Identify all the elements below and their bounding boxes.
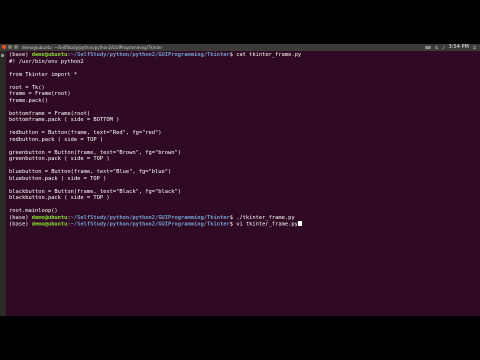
prompt-user-host: demo@ubuntu	[31, 214, 68, 221]
terminal-text: #! /usr/bin/env python2	[9, 58, 84, 65]
terminal-text: frame.pack()	[9, 97, 48, 104]
terminal-text: from Tkinter import *	[9, 71, 78, 78]
window-controls	[2, 45, 18, 49]
terminal-text: redbutton.pack ( side = TOP )	[9, 136, 104, 143]
close-window-button[interactable]	[2, 45, 6, 49]
system-indicators: ⌨ ⇅ ♪ 3:54 PM ⏻	[425, 44, 476, 51]
clock[interactable]: 3:54 PM	[449, 44, 469, 51]
terminal-text: greenbutton.pack ( side = TOP )	[9, 156, 110, 162]
prompt-path: ~/SelfStudy/python/python2/GUIProgrammin…	[70, 221, 230, 228]
launcher-app-icon[interactable]	[1, 54, 4, 57]
keyboard-icon[interactable]: ⌨	[425, 44, 431, 51]
window-title: demo@ubuntu: ~/SelfStudy/python/python2/…	[22, 45, 163, 50]
video-frame: demo@ubuntu: ~/SelfStudy/python/python2/…	[0, 0, 480, 360]
terminal-text: bottomframe = Frame(root)	[9, 110, 91, 117]
desktop-screen: demo@ubuntu: ~/SelfStudy/python/python2/…	[0, 44, 480, 316]
terminal-line: (base) demo@ubuntu:~/SelfStudy/python/py…	[9, 221, 477, 228]
terminal-text: redbutton = Button(frame, text="Red", fg…	[9, 130, 162, 136]
terminal-text: bluebutton = Button(frame, text="Blue", …	[9, 169, 172, 175]
prompt-user-host: demo@ubuntu	[31, 52, 68, 58]
terminal-text: bottomframe.pack ( side = BOTTOM )	[9, 117, 120, 123]
top-menu-bar: demo@ubuntu: ~/SelfStudy/python/python2/…	[0, 44, 480, 51]
terminal-text: $ ./tkinter_frame.py	[229, 214, 295, 221]
text-cursor	[298, 221, 302, 226]
prompt-path: ~/SelfStudy/python/python2/GUIProgrammin…	[70, 214, 230, 221]
maximize-window-button[interactable]	[14, 45, 18, 49]
terminal-text: bluebutton.pack ( side = TOP )	[9, 175, 107, 182]
launcher-sidebar	[0, 51, 6, 316]
terminal-text: (base)	[9, 221, 32, 228]
terminal-text: frame = Frame(root)	[9, 91, 71, 97]
prompt-user-host: demo@ubuntu	[31, 221, 68, 228]
terminal-text: $ vi tkinter_frame.py	[229, 221, 298, 228]
terminal-text: $ cat tkinter_frame.py	[229, 52, 302, 58]
terminal-text: greenbutton = Button(frame, text="Brown"…	[9, 149, 182, 156]
terminal-text: blackbutton.pack ( side = TOP )	[9, 195, 110, 201]
terminal-text: root.mainloop()	[9, 208, 58, 214]
terminal-text: (base)	[9, 214, 32, 221]
network-icon[interactable]: ⇅	[435, 44, 438, 51]
volume-icon[interactable]: ♪	[442, 44, 445, 51]
terminal-text: root = Tk()	[9, 84, 45, 91]
terminal-text: blackbutton = Button(frame, text="Black"…	[9, 188, 182, 195]
prompt-path: ~/SelfStudy/python/python2/GUIProgrammin…	[70, 52, 230, 58]
terminal-output[interactable]: (base) demo@ubuntu:~/SelfStudy/python/py…	[9, 52, 477, 314]
terminal-text: (base)	[9, 52, 32, 58]
power-icon[interactable]: ⏻	[473, 44, 476, 51]
minimize-window-button[interactable]	[8, 45, 12, 49]
